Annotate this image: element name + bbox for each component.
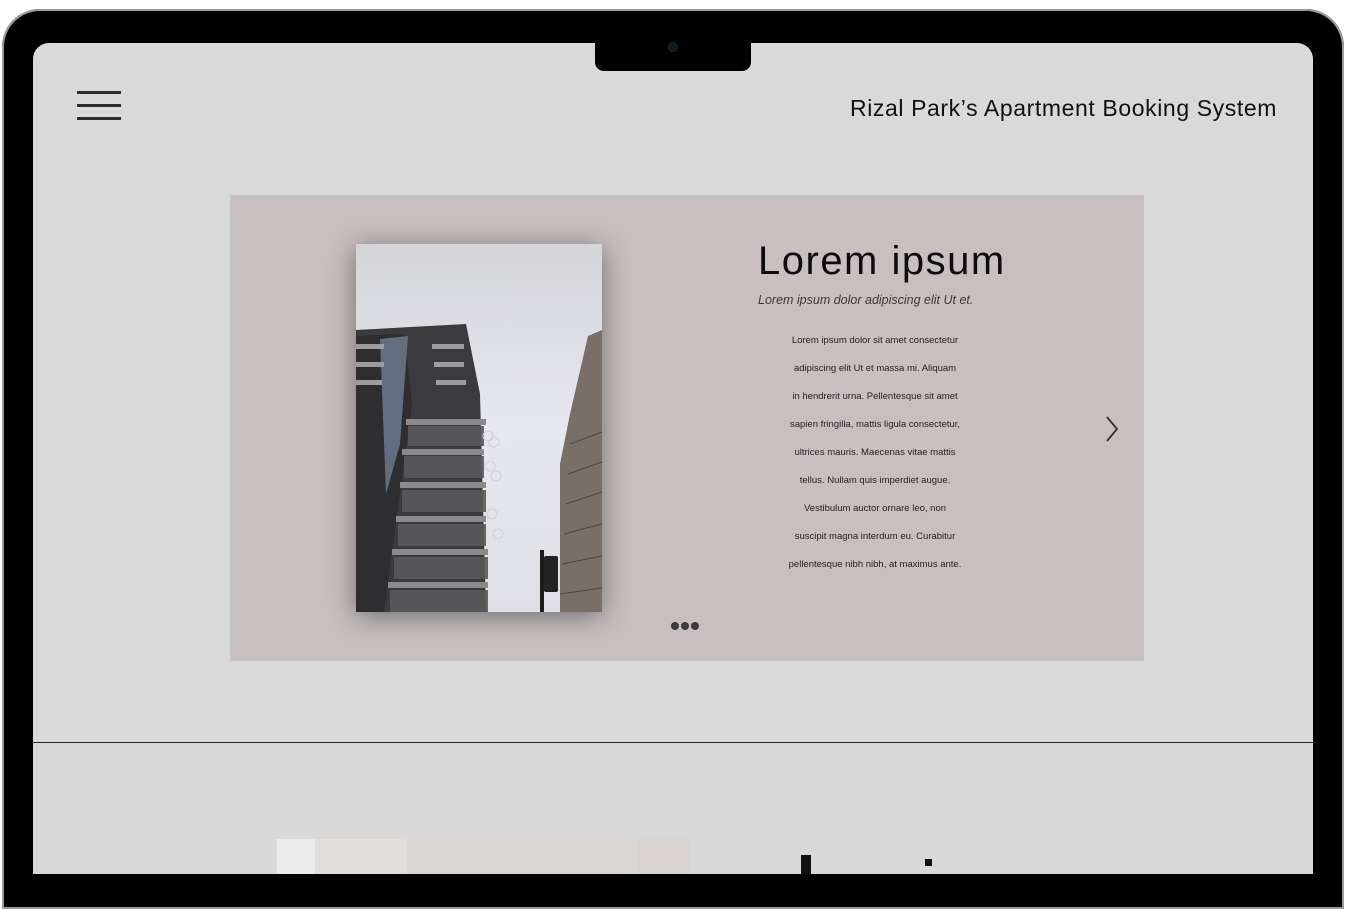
slide-body-line: ultrices mauris. Maecenas vitae mattis <box>794 447 956 458</box>
slider-dot[interactable] <box>671 622 679 630</box>
next-section <box>33 743 1313 874</box>
slide-body: Lorem ipsum dolor sit amet consectetur a… <box>760 327 990 579</box>
slide-body-line: Lorem ipsum dolor sit amet consectetur <box>791 335 959 346</box>
hero-slider: Lorem ipsum Lorem ipsum dolor adipiscing… <box>230 195 1144 661</box>
slide-body-line: pellentesque nibh nibh, at maximus ante. <box>788 559 962 570</box>
hamburger-menu-icon[interactable] <box>77 91 121 121</box>
slider-dot[interactable] <box>691 622 699 630</box>
slide-body-line: Vestibulum auctor ornare leo, non <box>803 503 947 514</box>
apartment-building-photo <box>356 244 602 612</box>
screen: Rizal Park’s Apartment Booking System Lo… <box>33 43 1313 874</box>
slider-pagination <box>671 622 699 630</box>
chevron-right-icon[interactable] <box>1102 414 1122 444</box>
slide-body-line: adipiscing elit Ut et massa mi. Aliquam <box>793 363 957 374</box>
slide-body-line: tellus. Nullam quis imperdiet augue. <box>799 475 951 486</box>
camera-notch <box>595 43 751 71</box>
slide-body-line: sapien fringilla, mattis ligula consecte… <box>789 419 961 430</box>
site-title: Rizal Park’s Apartment Booking System <box>849 95 1277 121</box>
slide-subtitle: Lorem ipsum dolor adipiscing elit Ut et. <box>758 293 974 307</box>
slide-body-line: suscipit magna interdum eu. Curabitur <box>794 531 956 542</box>
slide-heading: Lorem ipsum <box>758 239 1006 283</box>
section-heading-cropped <box>785 855 985 874</box>
section-photo <box>277 839 689 874</box>
webcam-icon <box>669 43 677 51</box>
slider-dot[interactable] <box>681 622 689 630</box>
slide-body-line: in hendrerit urna. Pellentesque sit amet <box>792 391 958 402</box>
